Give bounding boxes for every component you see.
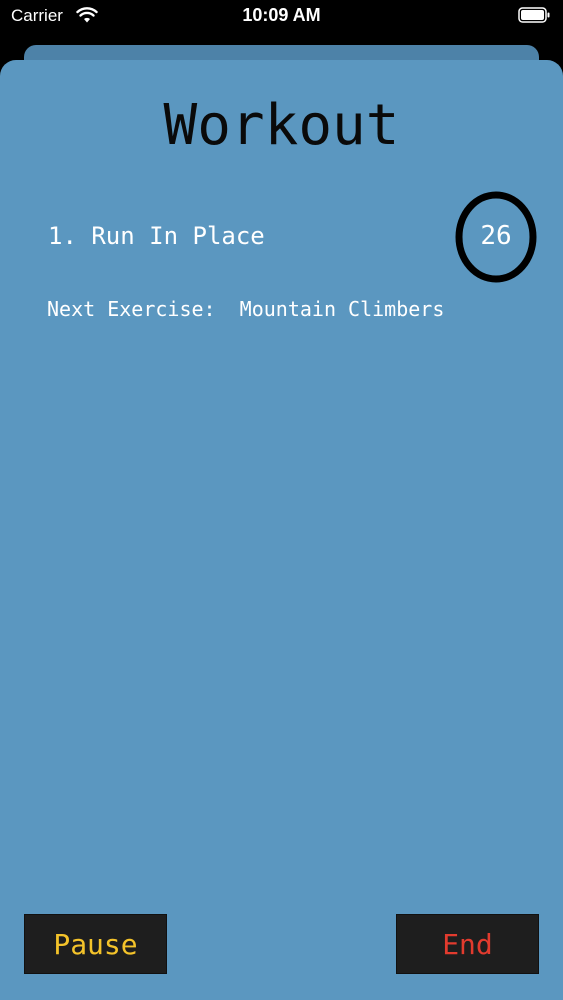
- pause-button[interactable]: Pause: [24, 914, 167, 974]
- current-exercise: 1. Run In Place: [48, 222, 265, 250]
- timer-countdown: 26: [480, 221, 512, 251]
- page-title: Workout: [163, 93, 400, 158]
- next-exercise-line: Next Exercise: Mountain Climbers: [47, 297, 444, 321]
- status-time: 10:09 AM: [242, 5, 321, 25]
- next-exercise-label: Next Exercise:: [47, 297, 216, 321]
- battery-icon: [518, 7, 550, 23]
- status-bar: Carrier 10:09 AM: [0, 0, 563, 34]
- end-button[interactable]: End: [396, 914, 539, 974]
- next-exercise-name: Mountain Climbers: [239, 297, 445, 321]
